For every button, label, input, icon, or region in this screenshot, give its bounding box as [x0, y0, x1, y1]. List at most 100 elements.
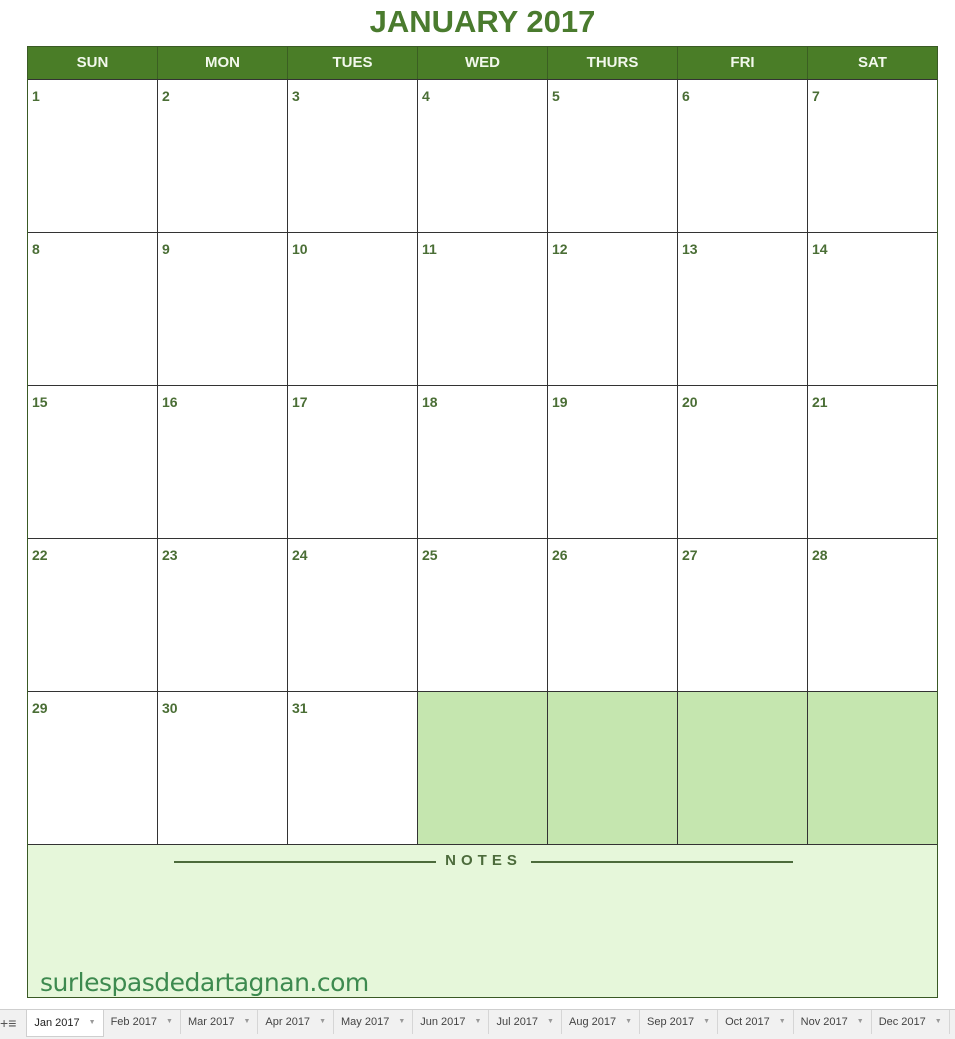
- tab-menu-caret-icon[interactable]: ▼: [475, 1010, 482, 1034]
- sheet-tab-label: Dec 2017: [878, 1016, 926, 1028]
- day-cell[interactable]: 23: [157, 539, 287, 691]
- tab-menu-caret-icon[interactable]: ▼: [243, 1010, 250, 1034]
- day-cell[interactable]: 21: [807, 386, 937, 538]
- day-cell[interactable]: 6: [677, 80, 807, 232]
- day-cell[interactable]: 29: [28, 692, 157, 844]
- sheet-tab[interactable]: Aug 2017 ▼: [562, 1010, 641, 1034]
- day-number: 14: [812, 241, 828, 257]
- day-cell[interactable]: 20: [677, 386, 807, 538]
- tab-menu-caret-icon[interactable]: ▼: [935, 1010, 942, 1034]
- tab-menu-caret-icon[interactable]: ▼: [547, 1010, 554, 1034]
- weekday-header-row: SUN MON TUES WED THURS FRI SAT: [28, 47, 937, 79]
- day-number: 8: [32, 241, 40, 257]
- day-number: 4: [422, 88, 430, 104]
- tab-menu-caret-icon[interactable]: ▼: [703, 1010, 710, 1034]
- tab-menu-caret-icon[interactable]: ▼: [398, 1010, 405, 1034]
- day-cell[interactable]: 14: [807, 233, 937, 385]
- day-number: 29: [32, 700, 48, 716]
- day-number: 15: [32, 394, 48, 410]
- day-cell[interactable]: 13: [677, 233, 807, 385]
- empty-day-cell[interactable]: [417, 692, 547, 844]
- day-cell[interactable]: 15: [28, 386, 157, 538]
- weekday-wed: WED: [417, 47, 547, 79]
- day-number: 7: [812, 88, 820, 104]
- day-number: 20: [682, 394, 698, 410]
- day-number: 22: [32, 547, 48, 563]
- day-cell[interactable]: 17: [287, 386, 417, 538]
- sheet-tab-label: Aug 2017: [568, 1016, 617, 1028]
- tab-menu-caret-icon[interactable]: ▼: [779, 1010, 786, 1034]
- day-cell[interactable]: 31: [287, 692, 417, 844]
- tab-menu-caret-icon[interactable]: ▼: [625, 1010, 632, 1034]
- weekday-fri: FRI: [677, 47, 807, 79]
- day-cell[interactable]: 10: [287, 233, 417, 385]
- tab-menu-caret-icon[interactable]: ▼: [319, 1010, 326, 1034]
- calendar-title: JANUARY 2017: [369, 4, 596, 39]
- week-row: 29 30 31: [28, 691, 937, 844]
- day-number: 18: [422, 394, 438, 410]
- day-cell[interactable]: 27: [677, 539, 807, 691]
- week-row: 22 23 24 25 26 27 28: [28, 538, 937, 691]
- tab-menu-caret-icon[interactable]: ▼: [857, 1010, 864, 1034]
- day-cell[interactable]: 22: [28, 539, 157, 691]
- day-cell[interactable]: 26: [547, 539, 677, 691]
- sheet-tab[interactable]: Sep 2017 ▼: [640, 1010, 719, 1034]
- sheet-tab[interactable]: Jan 2017 ▼: [26, 1010, 104, 1037]
- sheet-tab[interactable]: Jun 2017 ▼: [413, 1010, 490, 1034]
- week-row: 1 2 3 4 5 6 7: [28, 79, 937, 232]
- day-number: 23: [162, 547, 178, 563]
- weekday-mon: MON: [157, 47, 287, 79]
- sheet-tab-label: Jan 2017: [34, 1017, 80, 1029]
- empty-day-cell[interactable]: [677, 692, 807, 844]
- sheet-tab[interactable]: Dec 2017 ▼: [872, 1010, 950, 1034]
- day-cell[interactable]: 19: [547, 386, 677, 538]
- day-number: 28: [812, 547, 828, 563]
- sheet-tab[interactable]: Jan 2018▼: [950, 1010, 955, 1034]
- day-number: 11: [422, 241, 437, 257]
- sheet-tab[interactable]: Oct 2017 ▼: [718, 1010, 794, 1034]
- sheet-tab-label: Feb 2017: [110, 1016, 158, 1028]
- day-cell[interactable]: 24: [287, 539, 417, 691]
- day-cell[interactable]: 1: [28, 80, 157, 232]
- empty-day-cell[interactable]: [547, 692, 677, 844]
- day-cell[interactable]: 16: [157, 386, 287, 538]
- day-cell[interactable]: 28: [807, 539, 937, 691]
- sheet-tab[interactable]: Feb 2017 ▼: [104, 1010, 181, 1034]
- sheet-tab[interactable]: Jul 2017 ▼: [489, 1010, 562, 1034]
- day-cell[interactable]: 25: [417, 539, 547, 691]
- day-cell[interactable]: 7: [807, 80, 937, 232]
- sheet-tab[interactable]: Nov 2017 ▼: [794, 1010, 872, 1034]
- day-number: 3: [292, 88, 300, 104]
- watermark: surlespasdedartagnan.com: [40, 968, 369, 997]
- day-cell[interactable]: 3: [287, 80, 417, 232]
- sheet-tab-label: Jul 2017: [496, 1016, 539, 1028]
- day-number: 19: [552, 394, 568, 410]
- add-sheet-icon[interactable]: +: [0, 1010, 8, 1036]
- day-number: 10: [292, 241, 308, 257]
- day-number: 12: [552, 241, 568, 257]
- day-cell[interactable]: 5: [547, 80, 677, 232]
- empty-day-cell[interactable]: [807, 692, 937, 844]
- day-cell[interactable]: 9: [157, 233, 287, 385]
- day-cell[interactable]: 2: [157, 80, 287, 232]
- sheet-tab[interactable]: May 2017 ▼: [334, 1010, 414, 1034]
- day-cell[interactable]: 4: [417, 80, 547, 232]
- tab-menu-caret-icon[interactable]: ▼: [89, 1011, 96, 1035]
- all-sheets-list-icon[interactable]: ≡: [8, 1010, 16, 1036]
- weekday-sun: SUN: [76, 54, 109, 71]
- sheet-tab-label: Apr 2017: [265, 1016, 311, 1028]
- sheet-tab-label: May 2017: [341, 1016, 390, 1028]
- day-cell[interactable]: 8: [28, 233, 157, 385]
- day-cell[interactable]: 30: [157, 692, 287, 844]
- day-cell[interactable]: 11: [417, 233, 547, 385]
- sheet-tab[interactable]: Mar 2017 ▼: [181, 1010, 259, 1034]
- day-cell[interactable]: 18: [417, 386, 547, 538]
- week-row: 15 16 17 18 19 20 21: [28, 385, 937, 538]
- day-number: 17: [292, 394, 308, 410]
- week-row: 8 9 10 11 12 13 14: [28, 232, 937, 385]
- sheet-tab-label: Sep 2017: [647, 1016, 695, 1028]
- tab-menu-caret-icon[interactable]: ▼: [166, 1010, 173, 1034]
- day-cell[interactable]: 12: [547, 233, 677, 385]
- day-number: 25: [422, 547, 438, 563]
- sheet-tab[interactable]: Apr 2017 ▼: [258, 1010, 334, 1034]
